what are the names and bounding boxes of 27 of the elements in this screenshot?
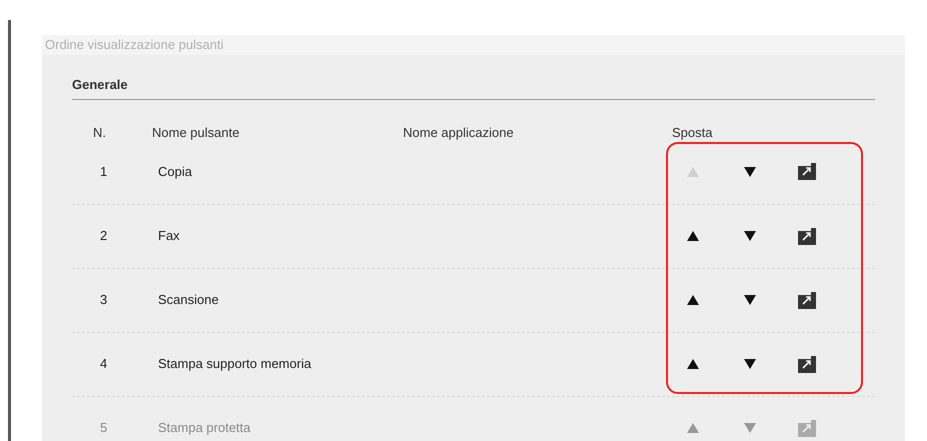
down-arrow-icon[interactable] [744,295,756,305]
row-number: 1 [100,162,108,181]
button-name: Copia [158,162,193,181]
move-to-position-icon[interactable] [798,163,816,180]
up-arrow-icon[interactable] [686,359,698,369]
row-number: 5 [100,419,108,438]
button-name: Scansione [158,291,220,310]
column-header: N. [93,124,107,142]
move-to-position-icon[interactable] [798,292,816,308]
button-name: Fax [158,227,181,246]
up-arrow-icon[interactable] [686,231,698,241]
row-number: 4 [100,355,108,374]
move-to-position-icon[interactable] [798,228,816,244]
section-title: Generale [72,76,128,92]
row-number: 3 [100,291,108,310]
button-name: Stampa supporto memoria [158,355,312,374]
down-arrow-icon[interactable] [744,231,756,241]
down-arrow-icon[interactable] [744,359,756,369]
up-arrow-icon[interactable] [686,295,698,305]
button-name: Stampa protetta [158,419,252,438]
column-header: Nome pulsante [152,124,240,142]
column-header: Nome applicazione [403,124,515,142]
row-number: 2 [100,227,108,246]
column-header: Sposta [672,124,712,142]
move-to-position-icon[interactable] [798,356,816,372]
down-arrow-icon[interactable] [744,166,756,176]
panel-title: Ordine visualizzazione pulsanti [45,36,224,54]
